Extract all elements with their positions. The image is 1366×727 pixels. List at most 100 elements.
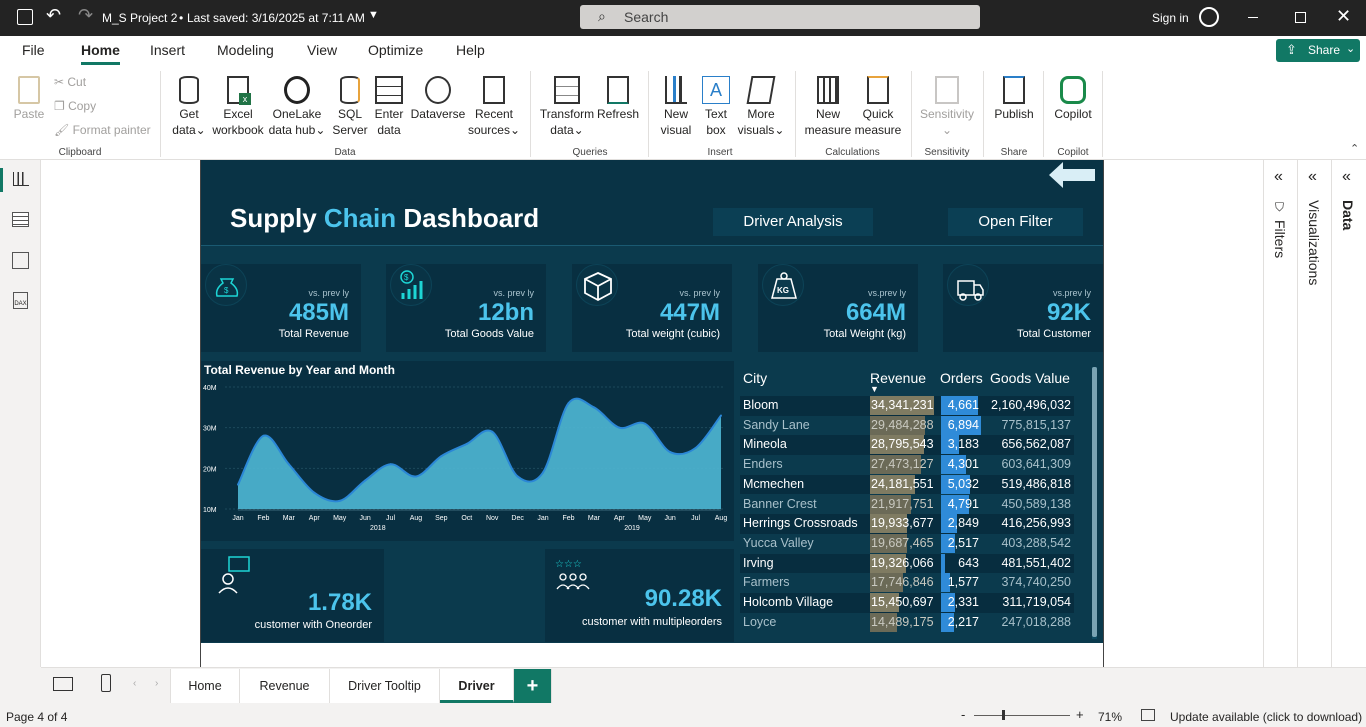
scrollbar-thumb[interactable] xyxy=(1092,367,1097,637)
more-visuals-label-2: visuals xyxy=(737,123,775,137)
table-row[interactable]: Banner Crest 21,917,751 4,791 450,589,138 xyxy=(740,494,1074,515)
ribbon: Paste ✂ Cut ❐ Copy 🖌 Format painter Clip… xyxy=(0,66,1366,160)
prev-page-icon[interactable]: ‹ xyxy=(133,678,136,689)
menu-modeling[interactable]: Modeling xyxy=(217,42,274,58)
sensitivity-button[interactable]: Sensitivity ⌄ xyxy=(916,76,978,138)
undo-icon[interactable]: ↶ xyxy=(46,5,61,26)
table-row[interactable]: Mcmechen 24,181,551 5,032 519,486,818 xyxy=(740,474,1074,495)
transform-data-button[interactable]: Transform data⌄ xyxy=(538,76,596,138)
table-row[interactable]: Farmers 17,746,846 1,577 374,740,250 xyxy=(740,573,1074,593)
onelake-button[interactable]: OneLake data hub⌄ xyxy=(268,76,326,138)
table-row[interactable]: Yucca Valley 19,687,465 2,517 403,288,542 xyxy=(740,533,1074,554)
copy-button[interactable]: ❐ Copy xyxy=(54,98,96,114)
dax-query-icon[interactable]: DAX xyxy=(13,292,28,309)
tab-revenue[interactable]: Revenue xyxy=(240,669,330,703)
zoom-slider-handle[interactable] xyxy=(1002,710,1005,720)
data-pane[interactable]: « Data xyxy=(1331,160,1365,667)
cut-button[interactable]: ✂ Cut xyxy=(54,74,86,90)
menu-home[interactable]: Home xyxy=(81,42,120,58)
close-icon[interactable]: ✕ xyxy=(1336,6,1351,27)
data-point xyxy=(313,491,316,494)
table-view-icon[interactable] xyxy=(12,212,29,227)
excel-workbook-button[interactable]: x Excel workbook xyxy=(210,76,266,138)
dashboard-title: Supply Chain Dashboard xyxy=(230,203,539,234)
zoom-out-icon[interactable]: - xyxy=(961,707,965,722)
row-goods-value: 450,589,138 xyxy=(1001,496,1071,511)
table-row[interactable]: Mineola 28,795,543 3,183 656,562,087 xyxy=(740,435,1074,456)
svg-text:☆☆☆: ☆☆☆ xyxy=(555,559,582,570)
tab-home[interactable]: Home xyxy=(170,669,240,703)
model-view-icon[interactable] xyxy=(12,252,29,269)
tab-driver[interactable]: Driver xyxy=(440,669,514,703)
more-visuals-button[interactable]: More visuals⌄ xyxy=(736,76,786,138)
table-row[interactable]: Bloom 34,341,231 4,661 2,160,496,032 xyxy=(740,396,1074,416)
row-revenue: 29,484,288 xyxy=(871,417,934,432)
table-row[interactable]: Enders 27,473,127 4,301 603,641,309 xyxy=(740,455,1074,475)
col-header-goods-value[interactable]: Goods Value xyxy=(990,370,1070,386)
text-box-button[interactable]: A Text box xyxy=(698,76,734,138)
publish-button[interactable]: Publish xyxy=(991,76,1037,122)
table-row[interactable]: Irving 19,326,066 643 481,551,402 xyxy=(740,553,1074,574)
get-data-button[interactable]: Get data⌄ xyxy=(168,76,210,138)
x-tick-label: Mar xyxy=(283,515,296,522)
table-scrollbar[interactable] xyxy=(1092,367,1097,639)
sign-in-link[interactable]: Sign in xyxy=(1152,11,1189,25)
visualizations-pane[interactable]: « Visualizations xyxy=(1297,160,1331,667)
dataverse-button[interactable]: Dataverse xyxy=(408,76,468,122)
recent-sources-icon xyxy=(483,76,505,104)
mobile-layout-icon[interactable] xyxy=(101,674,111,692)
menu-optimize[interactable]: Optimize xyxy=(368,42,423,58)
sensitivity-label: Sensitivity xyxy=(919,107,975,121)
row-revenue: 19,933,677 xyxy=(871,516,934,531)
menu-view[interactable]: View xyxy=(307,42,337,58)
menu-file[interactable]: File xyxy=(22,42,45,58)
table-row[interactable]: Herrings Crossroads 19,933,677 2,849 416,25… xyxy=(740,514,1074,534)
next-page-icon[interactable]: › xyxy=(155,678,158,689)
col-header-orders[interactable]: Orders xyxy=(940,370,983,386)
minimize-icon[interactable] xyxy=(1248,17,1258,18)
sql-server-button[interactable]: SQL Server xyxy=(330,76,370,138)
report-view-icon[interactable] xyxy=(13,172,29,186)
col-header-city[interactable]: City xyxy=(743,370,767,386)
table-row[interactable]: Sandy Lane 29,484,288 6,894 775,815,137 xyxy=(740,415,1074,436)
collapse-left-icon[interactable]: « xyxy=(1274,168,1283,186)
fit-to-page-icon[interactable] xyxy=(1141,709,1155,721)
format-painter-button[interactable]: 🖌 Format painter xyxy=(54,122,151,138)
zoom-in-icon[interactable]: + xyxy=(1076,707,1084,722)
new-visual-button[interactable]: New visual xyxy=(656,76,696,138)
zoom-slider[interactable] xyxy=(974,710,1070,720)
table-row[interactable]: Holcomb Village 15,450,697 2,331 311,719,05… xyxy=(740,593,1074,613)
share-button[interactable]: ⇪ Share ⌄ xyxy=(1276,39,1360,62)
refresh-button[interactable]: Refresh xyxy=(596,76,640,122)
collapse-left-icon[interactable]: « xyxy=(1308,168,1317,186)
recent-sources-button[interactable]: Recent sources⌄ xyxy=(466,76,522,138)
x-tick-label: Jul xyxy=(386,515,395,522)
desktop-layout-icon[interactable] xyxy=(53,677,73,691)
collapse-left-icon[interactable]: « xyxy=(1342,168,1351,186)
open-filter-button[interactable]: Open Filter xyxy=(948,208,1083,236)
collapse-ribbon-icon[interactable]: ⌃ xyxy=(1350,142,1359,155)
add-page-button[interactable]: + xyxy=(514,669,552,703)
zoom-level: 71% xyxy=(1098,710,1123,724)
maximize-icon[interactable] xyxy=(1295,12,1306,23)
driver-analysis-button[interactable]: Driver Analysis xyxy=(713,208,873,236)
search-box[interactable]: ⌕ Search xyxy=(580,5,980,29)
paste-button[interactable]: Paste xyxy=(12,76,46,122)
new-measure-button[interactable]: New measure xyxy=(803,76,853,138)
copilot-button[interactable]: Copilot xyxy=(1050,76,1096,122)
table-row[interactable]: Loyce 14,489,175 2,217 247,018,288 xyxy=(740,612,1074,633)
enter-data-button[interactable]: Enter data xyxy=(372,76,406,138)
chevron-down-icon[interactable]: ▼ xyxy=(368,9,379,21)
update-available-link[interactable]: Update available (click to download) xyxy=(1170,710,1362,724)
save-icon[interactable] xyxy=(17,9,33,25)
row-revenue: 21,917,751 xyxy=(871,496,934,511)
multiple-orders-value: 90.28K xyxy=(644,585,722,612)
filters-pane[interactable]: « ⛉ Filters xyxy=(1263,160,1297,667)
quick-measure-button[interactable]: Quick measure xyxy=(853,76,903,138)
menu-help[interactable]: Help xyxy=(456,42,485,58)
tab-driver-tooltip[interactable]: Driver Tooltip xyxy=(330,669,440,703)
user-avatar-icon[interactable] xyxy=(1199,7,1219,27)
redo-icon[interactable]: ↷ xyxy=(78,5,93,26)
back-arrow-icon[interactable] xyxy=(1049,162,1097,188)
menu-insert[interactable]: Insert xyxy=(150,42,185,58)
